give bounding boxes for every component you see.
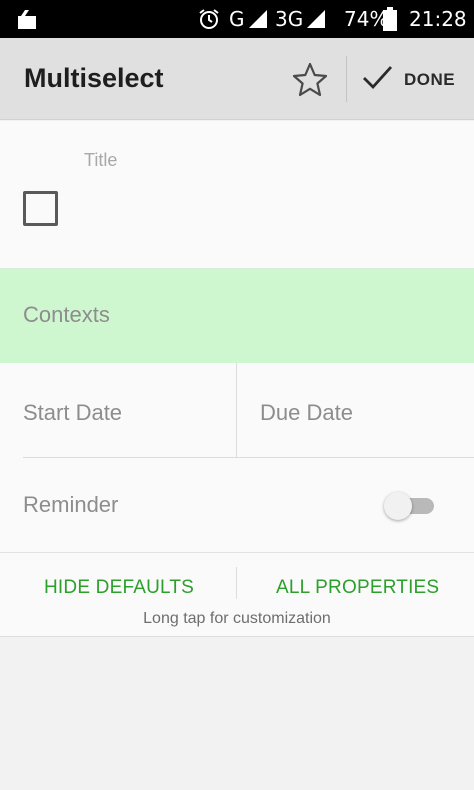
alarm-icon	[198, 0, 220, 38]
customization-hint: Long tap for customization	[143, 610, 331, 627]
reminder-toggle[interactable]	[382, 489, 438, 523]
clock: 21:28	[409, 7, 467, 31]
reminder-label: Reminder	[23, 492, 119, 517]
network-type-1: G	[229, 7, 245, 31]
hide-defaults-button[interactable]: HIDE DEFAULTS	[44, 577, 194, 599]
task-form: Title Contexts Start Date Due Date Remin…	[0, 121, 474, 636]
battery-percentage: 74%	[344, 7, 389, 31]
notification-icon	[16, 0, 38, 38]
checkmark-icon	[360, 63, 394, 98]
action-divider	[236, 567, 237, 599]
signal-icon	[248, 0, 268, 38]
divider	[0, 636, 474, 637]
page-title: Multiselect	[24, 63, 164, 93]
action-row: HIDE DEFAULTS ALL PROPERTIES Long tap fo…	[0, 553, 474, 635]
due-date-field[interactable]: Due Date	[260, 400, 353, 426]
contexts-label: Contexts	[23, 302, 110, 327]
title-input[interactable]: Title	[84, 150, 117, 171]
done-label: DONE	[404, 70, 456, 89]
contexts-field[interactable]: Contexts	[0, 268, 474, 363]
done-button[interactable]: DONE	[360, 60, 455, 100]
network-type-2: 3G	[275, 7, 304, 31]
app-bar: Multiselect DONE	[0, 38, 474, 120]
signal-icon	[306, 0, 326, 38]
battery-icon	[383, 0, 397, 38]
start-date-field[interactable]: Start Date	[23, 400, 122, 426]
app-bar-divider	[346, 56, 347, 102]
toggle-thumb	[384, 492, 412, 520]
star-icon[interactable]	[288, 58, 332, 102]
all-properties-button[interactable]: ALL PROPERTIES	[276, 577, 439, 599]
title-checkbox[interactable]	[23, 191, 58, 226]
date-divider	[236, 363, 237, 457]
divider	[23, 457, 474, 458]
date-row: Start Date Due Date	[0, 363, 474, 457]
status-bar: G 3G 74% 21:28	[0, 0, 474, 38]
